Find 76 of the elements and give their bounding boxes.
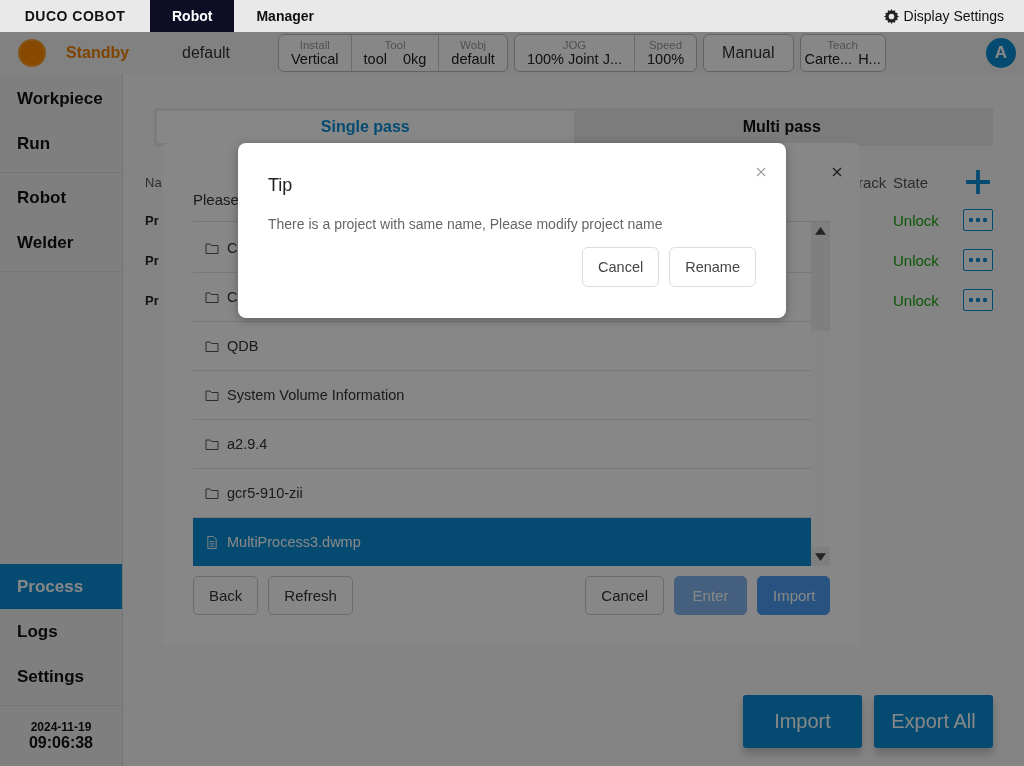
field-value: 0kg (402, 51, 427, 67)
logo: DUCO COBOT (23, 7, 127, 26)
folder-icon (205, 339, 219, 353)
pass-tab[interactable]: Multi pass (573, 111, 990, 143)
file-name: System Volume Information (227, 387, 405, 403)
project-name: default (182, 44, 232, 62)
date: 2024-11-19 (30, 720, 92, 734)
dialog-title: Tip (268, 175, 294, 196)
display-settings-button[interactable]: Display Settings (863, 0, 1024, 32)
column-header: State (893, 173, 930, 191)
dialog-prompt: Please (193, 191, 240, 210)
more-icon (968, 257, 988, 263)
more-button[interactable] (963, 209, 993, 231)
sidebar-item[interactable]: Process (0, 564, 122, 609)
dialog-button[interactable]: Rename (669, 247, 756, 287)
dialog-message: There is a project with same name, Please modify project name (268, 216, 664, 232)
action-button[interactable]: Export All (874, 695, 993, 748)
file-name: C (227, 240, 238, 256)
sidebar-item[interactable]: Settings (0, 654, 122, 699)
table-cell-text: Pr (145, 252, 160, 268)
folder-icon (205, 290, 219, 304)
settings-icon (883, 8, 899, 24)
add-icon[interactable] (965, 169, 991, 195)
field-value: tool (363, 51, 387, 67)
column-header: Na (145, 174, 163, 190)
lock-state: Unlock (893, 211, 940, 229)
sidebar-item[interactable]: Logs (0, 609, 122, 654)
folder-icon (205, 241, 219, 255)
file-name: QDB (227, 338, 259, 354)
folder-icon (205, 437, 219, 451)
field-value: H... (858, 51, 881, 67)
file-row[interactable]: MultiProcess3.dwmp (193, 518, 811, 566)
file-name: C (227, 289, 238, 305)
table-cell-text: Pr (145, 212, 160, 228)
document-icon (205, 535, 219, 549)
pass-tab[interactable]: Single pass (157, 111, 574, 143)
file-row[interactable]: QDB (193, 322, 811, 371)
lock-state: Unlock (893, 291, 940, 309)
file-name: a2.9.4 (227, 436, 268, 452)
dialog-button[interactable]: Cancel (585, 576, 664, 615)
robot-state: Standby (66, 44, 131, 62)
more-button[interactable] (963, 249, 993, 271)
close-icon[interactable] (756, 167, 766, 177)
sidebar-item[interactable]: Run (0, 121, 122, 166)
more-icon (968, 297, 988, 303)
file-row[interactable]: System Volume Information (193, 371, 811, 420)
action-button[interactable]: Import (743, 695, 862, 748)
dialog-button[interactable]: Refresh (268, 576, 353, 615)
more-button[interactable] (963, 289, 993, 311)
file-row[interactable]: a2.9.4 (193, 420, 811, 469)
field-value: Vertical (291, 51, 339, 67)
file-name: gcr5-910-zii (227, 485, 303, 501)
dialog-button[interactable]: Cancel (582, 247, 660, 287)
folder-icon (205, 388, 219, 402)
field-value: 100% Joint J... (526, 51, 622, 67)
sidebar-item[interactable]: Welder (0, 220, 122, 265)
lock-state: Unlock (893, 251, 940, 269)
avatar[interactable]: A (986, 38, 1016, 68)
top-tab[interactable]: Robot (150, 0, 235, 32)
status-lamp-icon (18, 39, 46, 67)
scroll-down-icon[interactable] (815, 552, 826, 561)
folder-icon (205, 486, 219, 500)
file-name: MultiProcess3.dwmp (227, 534, 361, 550)
close-icon[interactable] (832, 167, 842, 177)
top-tab[interactable]: Manager (234, 0, 336, 32)
time: 09:06:38 (28, 734, 93, 752)
field-value: 100% (647, 51, 685, 67)
sidebar-item[interactable]: Robot (0, 175, 122, 220)
field-value: Carte... (804, 51, 853, 67)
sidebar-item[interactable]: Workpiece (0, 76, 122, 121)
scroll-up-icon[interactable] (815, 227, 826, 236)
table-cell-text: Pr (145, 292, 160, 308)
field-value: default (451, 51, 495, 67)
mode-button[interactable]: Manual (703, 34, 794, 72)
dialog-button[interactable]: Back (193, 576, 259, 615)
more-icon (968, 217, 988, 223)
